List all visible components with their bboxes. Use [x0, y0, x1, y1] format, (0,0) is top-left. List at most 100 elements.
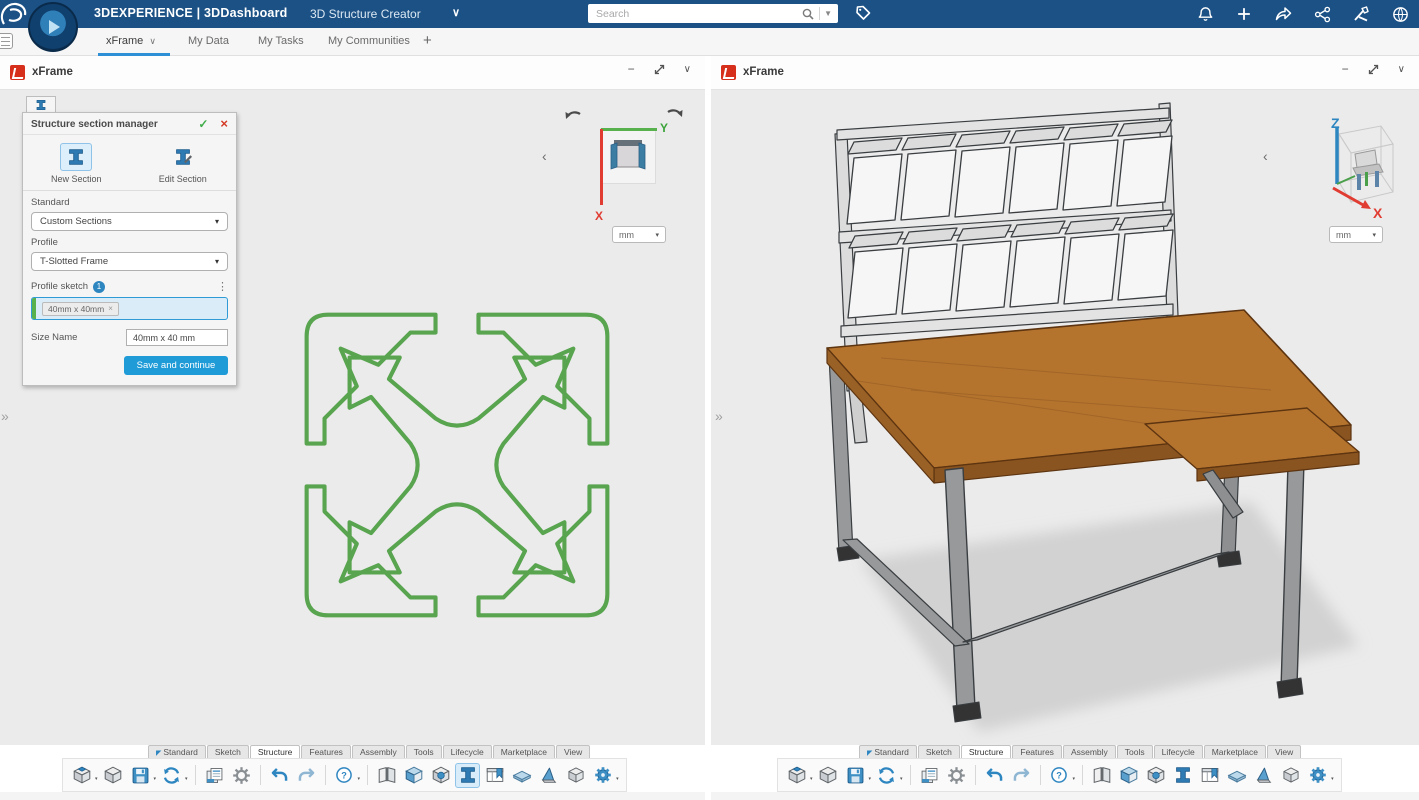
tab-lifecycle[interactable]: Lifecycle [1154, 745, 1203, 758]
save-icon[interactable] [128, 763, 153, 788]
tab-features[interactable]: Features [301, 745, 351, 758]
tab-my-tasks[interactable]: My Tasks [258, 35, 304, 47]
tab-standard[interactable]: ◤Standard [859, 745, 917, 758]
units-dropdown[interactable]: mm▾ [1329, 226, 1383, 243]
help-globe-icon[interactable] [1389, 3, 1411, 25]
model-3d-viewport[interactable]: ‹ Z X mm▾ » [711, 90, 1419, 745]
maximize-button[interactable] [1367, 63, 1380, 76]
view-cube[interactable]: Y X [600, 128, 656, 184]
tab-xframe[interactable]: xFrame ∨ [106, 35, 156, 47]
tab-sketch[interactable]: Sketch [207, 745, 249, 758]
window-header[interactable]: xFrame − ∨ [0, 56, 705, 90]
undo-icon[interactable] [982, 763, 1007, 788]
kebab-menu-icon[interactable]: ⋮ [217, 280, 228, 293]
3dexperience-compass[interactable] [28, 2, 78, 52]
properties-sheets-icon[interactable] [917, 763, 942, 788]
undo-icon[interactable] [267, 763, 292, 788]
search-input[interactable] [588, 8, 801, 20]
profile-select[interactable]: T-Slotted Frame▾ [31, 252, 228, 271]
viewcube-nav-chevron[interactable]: ‹ [1263, 148, 1268, 164]
viewcube-nav-chevron[interactable]: ‹ [542, 148, 547, 164]
search-box[interactable]: ▼ [588, 4, 838, 23]
dialog-tab[interactable] [26, 96, 56, 113]
tab-marketplace[interactable]: Marketplace [1204, 745, 1266, 758]
save-icon[interactable] [843, 763, 868, 788]
engineering-gear-icon[interactable] [590, 763, 615, 788]
solid-cube-icon[interactable] [1116, 763, 1141, 788]
tab-view[interactable]: View [556, 745, 590, 758]
add-plus-icon[interactable] [1233, 3, 1255, 25]
collapse-button[interactable]: ∨ [684, 64, 691, 75]
new-section-button[interactable]: New Section [23, 143, 130, 184]
view-cube[interactable]: Z X [1303, 116, 1399, 220]
redo-icon[interactable] [1009, 763, 1034, 788]
model-cube-icon[interactable] [101, 763, 126, 788]
minimize-button[interactable]: − [628, 62, 635, 76]
share-arrow-icon[interactable] [1272, 3, 1294, 25]
structure-section-ibeam-icon[interactable] [455, 763, 480, 788]
tag-icon[interactable] [852, 3, 873, 24]
catalog-book-icon[interactable] [1089, 763, 1114, 788]
app-name[interactable]: 3D Structure Creator [310, 7, 421, 21]
units-dropdown[interactable]: mm▾ [612, 226, 666, 243]
stiffener-icon[interactable] [536, 763, 561, 788]
window-header[interactable]: xFrame − ∨ [711, 56, 1419, 90]
tab-sketch[interactable]: Sketch [918, 745, 960, 758]
structure-section-ibeam-icon[interactable] [1170, 763, 1195, 788]
plate-icon[interactable] [1224, 763, 1249, 788]
share-network-icon[interactable] [1311, 3, 1333, 25]
notifications-bell-icon[interactable] [1194, 3, 1216, 25]
solid-cube-icon[interactable] [401, 763, 426, 788]
profile-sketch-canvas[interactable] [278, 286, 636, 644]
tab-tools[interactable]: Tools [1117, 745, 1153, 758]
model-cube-icon[interactable] [816, 763, 841, 788]
save-and-continue-button[interactable]: Save and continue [124, 356, 228, 375]
standard-select[interactable]: Custom Sections▾ [31, 212, 228, 231]
frame-cube-icon[interactable] [1143, 763, 1168, 788]
size-name-input[interactable] [126, 329, 228, 346]
settings-gear-icon[interactable] [229, 763, 254, 788]
paneling-bookmark-icon[interactable] [1197, 763, 1222, 788]
tab-features[interactable]: Features [1012, 745, 1062, 758]
paneling-bookmark-icon[interactable] [482, 763, 507, 788]
collapse-button[interactable]: ∨ [1398, 64, 1405, 75]
tab-view[interactable]: View [1267, 745, 1301, 758]
tab-marketplace[interactable]: Marketplace [493, 745, 555, 758]
help-icon[interactable] [1047, 763, 1072, 788]
sketch-chip[interactable]: 40mm x 40mm× [42, 302, 119, 316]
frame-cube-icon[interactable] [428, 763, 453, 788]
rotate-left-icon[interactable] [560, 106, 586, 132]
refresh-icon[interactable] [159, 763, 184, 788]
tab-tools[interactable]: Tools [406, 745, 442, 758]
chip-close-icon[interactable]: × [108, 304, 113, 313]
tab-my-communities[interactable]: My Communities [328, 35, 410, 47]
search-scope-caret-icon[interactable]: ▼ [824, 9, 832, 18]
app-caret-icon[interactable]: ∨ [452, 6, 460, 19]
support-cube-icon[interactable] [1278, 763, 1303, 788]
engineering-gear-icon[interactable] [1305, 763, 1330, 788]
tab-assembly[interactable]: Assembly [352, 745, 405, 758]
panel-expander-icon[interactable]: » [715, 408, 723, 424]
catalog-book-icon[interactable] [374, 763, 399, 788]
minimize-button[interactable]: − [1342, 62, 1349, 76]
tab-my-data[interactable]: My Data [188, 35, 229, 47]
tab-lifecycle[interactable]: Lifecycle [443, 745, 492, 758]
edit-section-button[interactable]: Edit Section [130, 143, 237, 184]
new-content-cube-icon[interactable] [69, 763, 94, 788]
stiffener-icon[interactable] [1251, 763, 1276, 788]
tab-structure[interactable]: Structure [250, 745, 301, 758]
settings-gear-icon[interactable] [944, 763, 969, 788]
redo-icon[interactable] [294, 763, 319, 788]
panel-toggle-icon[interactable] [0, 33, 13, 49]
panel-expander-icon[interactable]: » [1, 408, 9, 424]
profile-sketch-field[interactable]: 40mm x 40mm× [31, 297, 228, 320]
collab-tools-icon[interactable] [1350, 3, 1372, 25]
refresh-icon[interactable] [874, 763, 899, 788]
search-icon[interactable] [801, 7, 815, 21]
maximize-button[interactable] [653, 63, 666, 76]
close-icon[interactable]: × [220, 119, 228, 129]
properties-sheets-icon[interactable] [202, 763, 227, 788]
add-tab-button[interactable]: + [423, 32, 432, 49]
help-icon[interactable] [332, 763, 357, 788]
tab-assembly[interactable]: Assembly [1063, 745, 1116, 758]
